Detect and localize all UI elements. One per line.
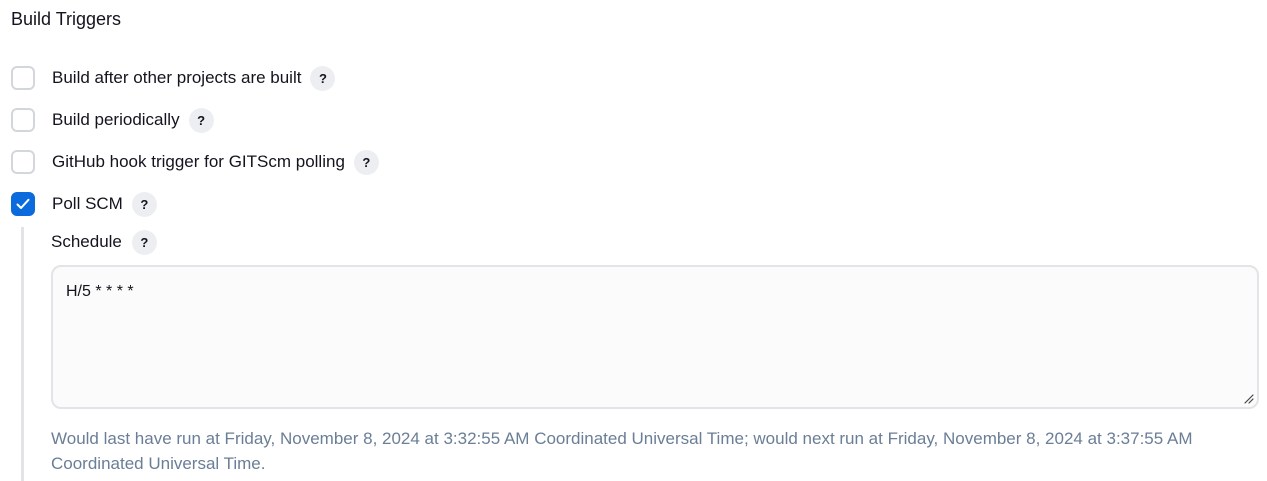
trigger-build-periodically[interactable]: Build periodically ? — [11, 106, 214, 134]
schedule-textarea-value[interactable]: H/5 * * * * — [66, 282, 134, 302]
schedule-textarea[interactable]: H/5 * * * * — [51, 265, 1259, 409]
nested-section-divider — [21, 227, 24, 481]
checkmark-icon — [16, 198, 30, 209]
trigger-poll-scm[interactable]: Poll SCM ? — [11, 190, 157, 218]
build-periodically-checkbox[interactable] — [11, 108, 35, 132]
help-icon[interactable]: ? — [131, 229, 157, 255]
trigger-github-hook[interactable]: GitHub hook trigger for GITScm polling ? — [11, 148, 379, 176]
schedule-label: Schedule — [51, 232, 122, 251]
help-icon[interactable]: ? — [131, 191, 157, 217]
help-icon[interactable]: ? — [353, 149, 379, 175]
trigger-label[interactable]: Poll SCM — [52, 192, 123, 216]
poll-scm-checkbox[interactable] — [11, 192, 35, 216]
schedule-run-info: Would last have run at Friday, November … — [51, 429, 1193, 473]
help-icon[interactable]: ? — [310, 65, 336, 91]
schedule-label-row: Schedule ? — [51, 229, 157, 255]
section-title: Build Triggers — [11, 9, 122, 29]
build-after-other-projects-checkbox[interactable] — [11, 66, 35, 90]
trigger-label[interactable]: GitHub hook trigger for GITScm polling — [52, 150, 345, 174]
help-icon[interactable]: ? — [188, 107, 214, 133]
build-triggers-panel: Build Triggers Build after other project… — [0, 0, 1267, 481]
trigger-label[interactable]: Build periodically — [52, 108, 180, 132]
resize-handle-icon[interactable] — [1242, 392, 1254, 404]
github-hook-trigger-checkbox[interactable] — [11, 150, 35, 174]
trigger-label[interactable]: Build after other projects are built — [52, 66, 301, 90]
trigger-build-after-other-projects[interactable]: Build after other projects are built ? — [11, 64, 336, 92]
